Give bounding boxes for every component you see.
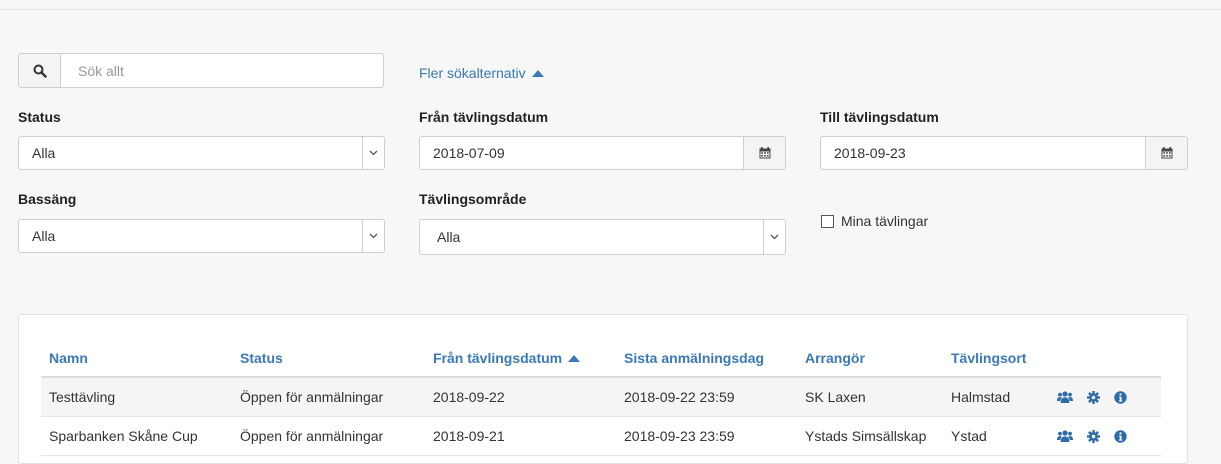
table-row[interactable]: Testtävling Öppen för anmälningar 2018-0… [41, 377, 1161, 417]
users-icon[interactable] [1057, 430, 1073, 442]
checkbox-box[interactable] [821, 214, 834, 228]
more-search-options-label: Fler sökalternativ [419, 65, 526, 81]
results-panel: Namn Status Från tävlingsdatum Sista anm… [18, 314, 1188, 464]
to-date-value: 2018-09-23 [834, 145, 906, 161]
pool-select[interactable]: Alla [18, 219, 385, 253]
area-label: Tävlingsområde [419, 191, 527, 207]
search-button[interactable] [19, 54, 61, 87]
users-icon[interactable] [1057, 391, 1073, 403]
search-input[interactable] [61, 54, 383, 87]
chevron-down-icon [362, 220, 384, 252]
to-date-field[interactable]: 2018-09-23 [820, 136, 1188, 170]
more-search-options-link[interactable]: Fler sökalternativ [419, 65, 544, 81]
cell-name[interactable]: Testtävling [41, 377, 232, 417]
from-date-calendar-button[interactable] [743, 137, 785, 169]
from-date-label: Från tävlingsdatum [419, 109, 549, 125]
calendar-icon [1161, 147, 1172, 159]
column-header-city[interactable]: Tävlingsort [943, 339, 1049, 378]
column-header-organizer[interactable]: Arrangör [797, 339, 943, 378]
gear-icon[interactable] [1087, 429, 1100, 443]
sort-ascending-icon [568, 354, 581, 362]
column-header-deadline[interactable]: Sista anmälningsdag [616, 339, 797, 378]
status-label: Status [18, 109, 61, 125]
pool-label: Bassäng [18, 191, 77, 207]
cell-from-date: 2018-09-22 [425, 377, 616, 417]
cell-city: Halmstad [943, 377, 1049, 417]
results-table: Namn Status Från tävlingsdatum Sista anm… [41, 339, 1161, 456]
column-header-name[interactable]: Namn [41, 339, 232, 378]
my-competitions-checkbox[interactable]: Mina tävlingar [821, 213, 928, 229]
info-icon[interactable] [1114, 429, 1127, 443]
search-icon [33, 64, 47, 78]
cell-deadline: 2018-09-22 23:59 [616, 377, 797, 417]
status-select-value: Alla [32, 145, 56, 161]
caret-up-icon [531, 69, 544, 77]
table-header-row: Namn Status Från tävlingsdatum Sista anm… [41, 339, 1161, 378]
my-competitions-label: Mina tävlingar [841, 213, 929, 229]
gear-icon[interactable] [1087, 390, 1100, 404]
search-box [18, 53, 384, 88]
cell-organizer: SK Laxen [797, 377, 943, 417]
column-header-actions [1049, 339, 1161, 378]
area-select[interactable]: Alla [419, 219, 786, 255]
to-date-calendar-button[interactable] [1145, 137, 1187, 169]
column-header-from-date[interactable]: Från tävlingsdatum [425, 339, 616, 378]
cell-actions [1049, 377, 1161, 417]
from-date-value: 2018-07-09 [433, 145, 505, 161]
from-date-field[interactable]: 2018-07-09 [419, 136, 786, 170]
calendar-icon [759, 147, 770, 159]
column-header-status[interactable]: Status [232, 339, 425, 378]
cell-status: Öppen för anmälningar [232, 377, 425, 417]
area-select-value: Alla [437, 229, 461, 245]
status-select[interactable]: Alla [18, 136, 385, 170]
top-divider [0, 9, 1221, 10]
info-icon[interactable] [1114, 390, 1127, 404]
pool-select-value: Alla [32, 228, 56, 244]
chevron-down-icon [763, 220, 785, 254]
chevron-down-icon [362, 137, 384, 169]
to-date-label: Till tävlingsdatum [820, 109, 939, 125]
